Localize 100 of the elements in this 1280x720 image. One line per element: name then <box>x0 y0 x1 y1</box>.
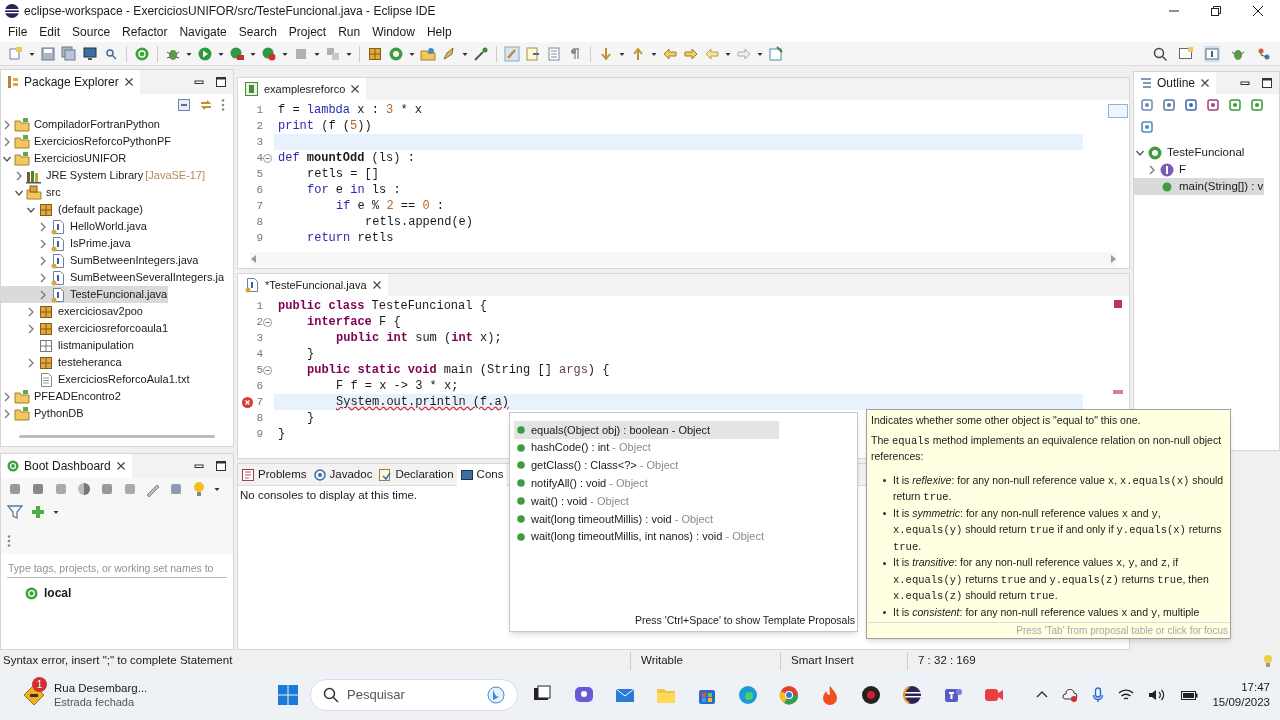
completion-item[interactable]: equals(Object obj) : boolean - Object <box>514 421 779 439</box>
tree-item[interactable]: SumBetweenIntegers.java <box>1 252 200 269</box>
scroll-right-icon[interactable] <box>1109 254 1117 264</box>
clock-date[interactable]: 15/09/2023 <box>1212 695 1270 710</box>
add-icon[interactable] <box>30 504 46 520</box>
wifi-icon[interactable] <box>1118 688 1135 702</box>
microphone-icon[interactable] <box>1092 687 1105 703</box>
panel-tab[interactable]: Cons <box>456 464 507 486</box>
java-file-icon <box>50 252 66 269</box>
search-icon[interactable] <box>1152 45 1168 62</box>
close-window-icon[interactable] <box>1252 5 1264 17</box>
tree-item[interactable]: ExerciciosUNIFOR <box>1 150 128 167</box>
tree-item[interactable]: ExerciciosReforcoAula1.txt <box>1 371 191 388</box>
tree-item[interactable]: F <box>1134 161 1188 178</box>
completion-item[interactable]: getClass() : Class<?> - Object <box>514 456 779 475</box>
tree-item[interactable]: CompiladorFortranPython <box>1 116 161 133</box>
tree-item[interactable]: PythonDB <box>1 405 85 422</box>
line-number: 5 <box>256 361 272 379</box>
tree-item[interactable]: listmanipulation <box>1 337 135 354</box>
menu-item[interactable]: Run <box>332 23 367 41</box>
view-tab[interactable]: Boot Dashboard <box>1 454 132 478</box>
tree-item[interactable]: src <box>1 184 62 201</box>
next-annotation-icon[interactable] <box>598 45 614 62</box>
tree-item[interactable]: exerciciosreforcoaula1 <box>1 320 170 337</box>
tree-item[interactable]: HelloWorld.java <box>1 218 148 235</box>
maximize-icon[interactable] <box>215 76 227 88</box>
editor-tab[interactable]: *TesteFuncional.java <box>238 274 388 296</box>
panel-tab[interactable]: Declaration <box>375 464 457 486</box>
open-perspective-icon[interactable] <box>1178 45 1194 62</box>
clock-time[interactable]: 17:47 <box>1241 680 1270 695</box>
save-all-icon[interactable] <box>61 45 77 62</box>
completion-item[interactable]: notifyAll() : void - Object <box>514 474 779 493</box>
menu-item[interactable]: Search <box>232 23 283 41</box>
windows-start-icon[interactable] <box>278 685 298 705</box>
panel-tab[interactable]: Javadoc <box>309 464 376 486</box>
filter-icon[interactable] <box>7 504 23 520</box>
power-icon[interactable] <box>134 45 150 62</box>
close-icon[interactable] <box>115 461 126 471</box>
view-tab[interactable]: Package Explorer <box>1 70 140 94</box>
completion-item[interactable]: hashCode() : int - Object <box>514 438 779 457</box>
run-config-icon[interactable] <box>229 45 245 62</box>
maximize-icon[interactable] <box>215 460 227 472</box>
restore-window-icon[interactable] <box>1210 5 1222 17</box>
lightbulb-icon[interactable] <box>1262 654 1274 668</box>
menu-item[interactable]: Source <box>66 23 117 41</box>
search-box[interactable]: Pesquisar <box>310 679 518 711</box>
tree-item[interactable]: SumBetweenSeveralIntegers.ja <box>1 269 226 286</box>
run-icon[interactable] <box>197 45 213 62</box>
document-link-icon[interactable] <box>525 45 541 62</box>
battery-icon[interactable] <box>1180 689 1199 701</box>
run-stop-icon[interactable] <box>261 45 277 62</box>
open-type-icon[interactable] <box>420 45 436 62</box>
completion-item[interactable]: wait(long timeoutMillis) : void - Object <box>514 510 779 528</box>
menu-item[interactable]: File <box>2 23 34 41</box>
save-icon[interactable] <box>40 45 56 62</box>
previous-annotation-icon[interactable] <box>630 45 646 62</box>
dashboard-item[interactable]: local <box>25 584 72 602</box>
code-line: interface F { <box>307 314 401 331</box>
menu-item[interactable]: Navigate <box>173 23 233 41</box>
view-menu-icon[interactable] <box>7 534 11 548</box>
link-editor-icon[interactable] <box>199 98 213 112</box>
tree-item[interactable]: testeheranca <box>1 354 123 371</box>
lightbulb-icon[interactable] <box>191 481 207 497</box>
close-icon[interactable] <box>350 84 361 94</box>
java-perspective-icon[interactable] <box>1204 45 1220 62</box>
tree-item[interactable]: PFEADEncontro2 <box>1 388 122 405</box>
new-class-icon[interactable] <box>388 45 404 62</box>
tree-item[interactable]: TesteFuncional.java <box>1 286 169 303</box>
close-icon[interactable] <box>371 280 382 290</box>
menu-item[interactable]: Project <box>282 23 333 41</box>
menu-item[interactable]: Refactor <box>116 23 174 41</box>
view-menu-icon[interactable] <box>221 98 225 112</box>
menu-item[interactable]: Help <box>420 23 458 41</box>
overview-thumb[interactable] <box>1108 104 1128 118</box>
pen-icon[interactable] <box>504 45 520 62</box>
tree-item[interactable]: (default package) <box>1 201 144 218</box>
speaker-icon[interactable] <box>1148 688 1167 702</box>
status-field: Smart Insert <box>780 652 907 670</box>
editor-tab[interactable]: examplesreforco <box>238 78 367 100</box>
maximize-icon[interactable] <box>1261 77 1273 89</box>
scroll-left-icon[interactable] <box>250 254 258 264</box>
menu-item[interactable]: Window <box>366 23 421 41</box>
close-icon[interactable] <box>123 77 134 87</box>
tree-item[interactable]: JRE System Library [JavaSE-17] <box>1 167 207 184</box>
tree-item[interactable]: main(String[]) : v <box>1134 178 1265 195</box>
completion-item[interactable]: wait() : void - Object <box>514 492 779 510</box>
menu-item[interactable]: Edit <box>33 23 67 41</box>
tree-item[interactable]: exerciciosav2poo <box>1 303 144 320</box>
pin-icon[interactable] <box>768 45 784 62</box>
panel-tab[interactable]: Problems <box>238 464 310 486</box>
tree-item[interactable]: IsPrime.java <box>1 235 132 252</box>
tree-item[interactable]: ExerciciosReforcoPythonPF <box>1 133 172 150</box>
horizontal-scrollbar[interactable] <box>250 252 1117 266</box>
cloud-icon[interactable] <box>1062 687 1079 703</box>
completion-item[interactable]: wait(long timeoutMillis, int nanos) : void - Object <box>514 527 779 546</box>
close-icon[interactable] <box>1200 78 1211 88</box>
new-package-icon[interactable] <box>367 45 383 62</box>
tree-item[interactable]: TesteFuncional <box>1134 144 1246 161</box>
wand-icon[interactable] <box>473 45 489 62</box>
view-tab[interactable]: Outline <box>1134 72 1217 94</box>
